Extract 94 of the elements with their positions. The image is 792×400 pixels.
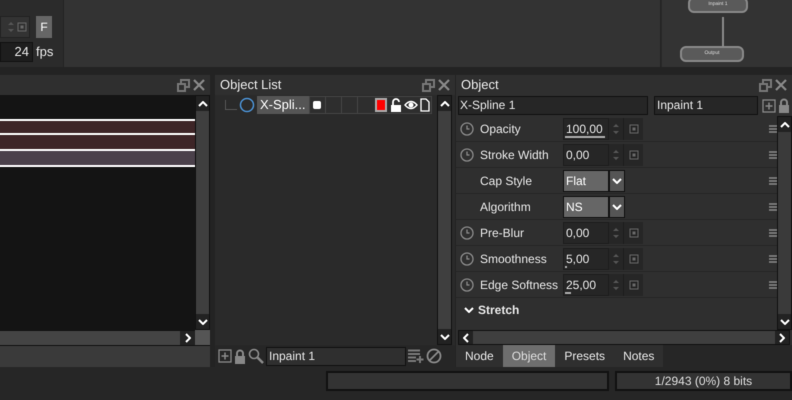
status-info: 1/2943 (0%) 8 bits: [615, 371, 792, 391]
drag-handle-icon[interactable]: [769, 176, 777, 186]
unlocked-icon[interactable]: [390, 97, 402, 113]
fps-label: fps: [36, 43, 54, 62]
clear-icon[interactable]: [426, 348, 442, 364]
chevron-down-icon: [440, 334, 450, 340]
number-field[interactable]: 25,00: [563, 274, 609, 296]
clock-icon[interactable]: [460, 148, 474, 162]
tree-line-icon: [225, 100, 237, 110]
property-label: Stroke Width: [480, 146, 550, 164]
frame-button[interactable]: F: [36, 16, 52, 38]
search-field[interactable]: Inpaint 1: [266, 346, 406, 366]
dropdown-field[interactable]: Flat: [563, 170, 609, 192]
clock-icon[interactable]: [460, 226, 474, 240]
horizontal-scrollbar[interactable]: [458, 330, 790, 345]
vertical-scrollbar[interactable]: [195, 95, 210, 330]
scroll-up-button[interactable]: [438, 96, 451, 111]
scrollbar-corner: [195, 330, 210, 345]
horizontal-scrollbar[interactable]: [0, 330, 195, 345]
spin-arrows-icon: [7, 19, 15, 35]
keyframe-icon: [17, 22, 27, 32]
lock-icon[interactable]: [234, 348, 246, 364]
number-field[interactable]: 100,00: [563, 118, 609, 140]
drag-handle-icon[interactable]: [769, 280, 777, 290]
chevron-up-icon: [198, 100, 208, 106]
tab[interactable]: Notes: [614, 345, 664, 367]
chevron-down-icon: [780, 318, 790, 324]
scroll-left-button[interactable]: [459, 331, 473, 344]
chevron-up-icon: [780, 122, 790, 128]
object-name-field[interactable]: X-Spline 1: [458, 96, 648, 115]
chevron-right-icon: [184, 333, 190, 343]
scroll-down-button[interactable]: [438, 329, 451, 344]
scroll-up-button[interactable]: [778, 117, 791, 132]
close-icon[interactable]: [438, 79, 450, 91]
add-list-icon[interactable]: [408, 349, 424, 363]
add-icon[interactable]: [762, 98, 776, 112]
drag-handle-icon[interactable]: [769, 124, 777, 134]
dropdown-field[interactable]: NS: [563, 196, 609, 218]
tab[interactable]: Node: [456, 345, 503, 367]
search-icon[interactable]: [248, 348, 264, 364]
tab[interactable]: Presets: [555, 345, 614, 367]
spin-field[interactable]: [0, 16, 30, 38]
scroll-up-button[interactable]: [196, 96, 209, 111]
color-swatch[interactable]: [374, 98, 387, 112]
property-label: Smoothness: [480, 250, 548, 268]
lock-icon[interactable]: [778, 98, 790, 113]
restore-icon[interactable]: [422, 78, 435, 92]
keyframe-icon[interactable]: [623, 274, 643, 296]
scroll-down-button[interactable]: [778, 314, 791, 329]
vertical-scrollbar[interactable]: [437, 95, 452, 345]
scroll-down-button[interactable]: [196, 314, 209, 329]
keyframe-icon[interactable]: [623, 248, 643, 270]
chevron-right-icon: [779, 332, 785, 342]
property-label: Pre-Blur: [480, 224, 526, 242]
panel-title: Object: [461, 76, 499, 94]
scroll-right-button[interactable]: [775, 331, 789, 344]
circle-shape-icon: [239, 97, 255, 113]
drag-handle-icon[interactable]: [769, 254, 777, 264]
layer-field[interactable]: Inpaint 1: [654, 96, 758, 115]
add-icon[interactable]: [218, 349, 232, 363]
vertical-scrollbar[interactable]: [777, 116, 792, 330]
chevron-icon[interactable]: [464, 307, 474, 313]
connector-line: [722, 17, 724, 47]
restore-icon[interactable]: [177, 78, 190, 92]
property-label: Cap Style: [480, 172, 534, 190]
spin-arrows-icon[interactable]: [609, 118, 623, 140]
page-icon[interactable]: [420, 97, 430, 113]
drag-handle-icon[interactable]: [769, 228, 777, 238]
tab[interactable]: Object: [502, 345, 556, 367]
chevron-up-icon: [440, 100, 450, 106]
restore-icon[interactable]: [759, 78, 772, 92]
property-label: Algorithm: [480, 198, 532, 216]
close-icon[interactable]: [775, 79, 787, 91]
chevron-down-icon: [198, 318, 208, 324]
property-label: Opacity: [480, 120, 522, 138]
fps-field[interactable]: 24: [0, 42, 33, 62]
spin-arrows-icon[interactable]: [609, 274, 623, 296]
chevron-left-icon: [463, 332, 469, 342]
number-field[interactable]: 0,00: [563, 222, 609, 244]
object-name[interactable]: X-Spli...: [257, 96, 309, 114]
keyframe-icon[interactable]: [623, 118, 643, 140]
drag-handle-icon[interactable]: [769, 202, 777, 212]
property-label: Edge Softness: [480, 276, 560, 294]
scroll-right-button[interactable]: [180, 331, 195, 345]
close-icon[interactable]: [193, 79, 205, 91]
spin-arrows-icon[interactable]: [609, 248, 623, 270]
clock-icon[interactable]: [460, 252, 474, 266]
panel-title: Object List: [220, 76, 282, 94]
number-field[interactable]: 0,00: [563, 144, 609, 166]
drag-handle-icon[interactable]: [769, 150, 777, 160]
clock-icon[interactable]: [460, 122, 474, 136]
clock-icon[interactable]: [460, 278, 474, 292]
number-field[interactable]: 5,00: [563, 248, 609, 270]
section-title: Stretch: [478, 302, 520, 319]
